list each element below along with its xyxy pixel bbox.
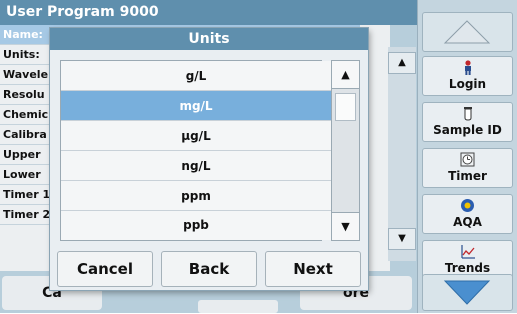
units-dialog: Units g/L mg/L µg/L ng/L ppm ppb ▲ ▼ Can… [50,28,368,290]
unit-option-ug-per-l[interactable]: µg/L [61,121,331,151]
timer-icon [423,152,512,168]
login-label: Login [448,77,487,91]
unit-option-ng-per-l[interactable]: ng/L [61,151,331,181]
unit-option-mg-per-l[interactable]: mg/L [61,91,331,121]
dialog-title: Units [50,28,368,50]
sidebar: Login Sample ID Timer AQA Trends [417,0,517,313]
trends-icon [423,244,512,260]
login-button[interactable]: Login [422,56,513,96]
units-scroll-up-button[interactable]: ▲ [332,61,359,89]
back-button[interactable]: Back [161,251,257,287]
settings-scroll-up-button[interactable]: ▲ [388,52,416,74]
next-button[interactable]: Next [265,251,361,287]
timer-button[interactable]: Timer [422,148,513,188]
down-arrow-icon [443,280,491,305]
sample-id-button[interactable]: Sample ID [422,102,513,142]
units-list: g/L mg/L µg/L ng/L ppm ppb [60,60,331,241]
settings-scroll-down-button[interactable]: ▼ [388,228,416,250]
sample-id-label: Sample ID [433,123,502,137]
aqa-label: AQA [453,215,482,229]
unit-option-g-per-l[interactable]: g/L [61,61,331,91]
person-icon [423,60,512,76]
unit-option-ppm[interactable]: ppm [61,181,331,211]
screen-title: User Program 9000 [0,0,417,25]
units-scrollbar[interactable]: ▲ ▼ [331,60,360,241]
vial-icon [423,106,512,122]
unit-option-ppb[interactable]: ppb [61,211,331,240]
aqa-icon [423,198,512,214]
aqa-button[interactable]: AQA [422,194,513,234]
background-middle-button[interactable] [198,300,278,313]
units-scroll-thumb[interactable] [335,93,356,121]
units-scroll-down-button[interactable]: ▼ [332,212,359,240]
sidebar-down-button[interactable] [422,274,513,311]
cancel-button[interactable]: Cancel [57,251,153,287]
timer-label: Timer [448,169,487,183]
up-arrow-icon [443,20,491,44]
sidebar-up-button[interactable] [422,12,513,52]
